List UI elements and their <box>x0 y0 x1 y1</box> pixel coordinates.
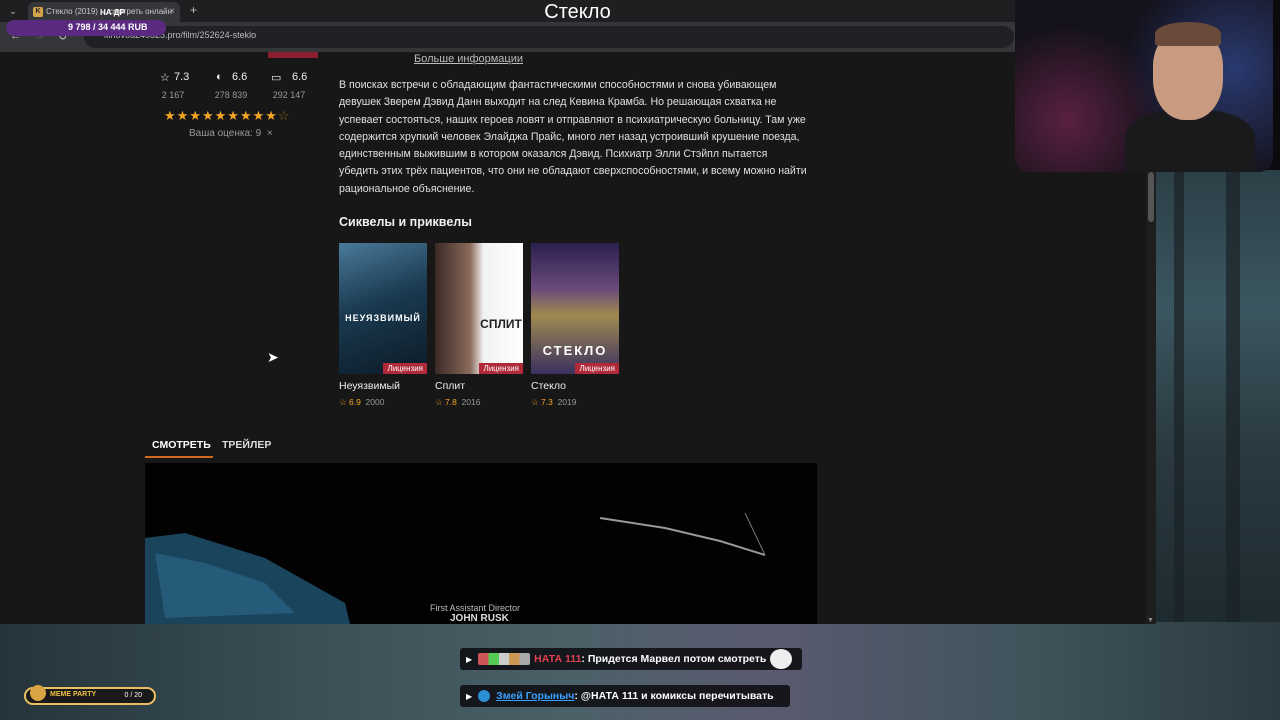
movie-year: 2019 <box>557 397 577 407</box>
star-icon[interactable]: ★ <box>189 108 202 123</box>
donation-text: 9 798 / 34 444 RUB <box>68 22 148 32</box>
chat-message: ▶ Змей Горыныч: @НАТА 111 и комиксы переч… <box>460 685 790 707</box>
movie-title-link[interactable]: Неуязвимый <box>339 380 400 392</box>
star-outline-icon[interactable]: ☆ <box>278 108 291 123</box>
stream-overlay-label: НА ДР <box>100 8 125 17</box>
scroll-thumb[interactable] <box>1148 172 1154 222</box>
star-icon[interactable]: ★ <box>253 108 266 123</box>
poster-title: НЕУЯЗВИМЫЙ <box>345 313 421 323</box>
chat-text: @НАТА 111 и комиксы перечитывать <box>580 690 774 702</box>
star-icon[interactable]: ★ <box>215 108 228 123</box>
new-tab-button[interactable]: + <box>190 3 197 17</box>
mouse-cursor-icon: ➤ <box>267 349 279 365</box>
play-icon: ▶ <box>466 692 473 701</box>
user-rating-stars[interactable]: ★★★★★★★★★☆ <box>164 108 291 124</box>
meme-party-widget: MEME PARTY 0 / 20 <box>24 685 156 705</box>
video-frame <box>145 512 766 624</box>
streamer-webcam <box>1015 0 1273 172</box>
movie-poster[interactable]: СПЛИТ Лицензия <box>435 243 523 374</box>
more-info-link[interactable]: Больше информации <box>414 53 523 65</box>
movie-title-link[interactable]: Сплит <box>435 380 465 392</box>
poster-title: СПЛИТ <box>480 317 522 331</box>
site-favicon-icon: K <box>33 7 43 17</box>
poster-title: СТЕКЛО <box>542 343 608 358</box>
user-badges-icon <box>478 653 531 666</box>
license-badge: Лицензия <box>383 363 427 374</box>
movie-year: 2000 <box>365 397 385 407</box>
movie-year: 2016 <box>461 397 481 407</box>
meme-party-label: MEME PARTY <box>50 691 97 698</box>
rating-count: 292 147 <box>272 90 306 100</box>
rating-count: 278 839 <box>214 90 248 100</box>
chat-username: Змей Горыныч <box>496 690 575 702</box>
imdb-icon: ▭ <box>271 72 282 84</box>
star-outline-icon: ☆ <box>339 397 349 407</box>
star-icon[interactable]: ★ <box>202 108 215 123</box>
movie-meta: ☆ 7.3 2019 <box>531 397 576 408</box>
screen: ⌄ K Стекло (2019) ... смотреть онлайн × … <box>0 0 1280 720</box>
movie-rating: 7.8 <box>444 397 457 407</box>
video-player[interactable]: First Assistant Director JOHN RUSK <box>145 463 817 624</box>
play-icon: ▶ <box>466 655 473 664</box>
credit-role: First Assistant Director <box>430 603 521 613</box>
chat-message: ▶ НАТА 111: Придется Марвел потом смотрет… <box>460 648 802 670</box>
tab-trailer[interactable]: ТРЕЙЛЕР <box>222 439 271 451</box>
movie-poster[interactable]: СТЕКЛО Лицензия <box>531 243 619 374</box>
star-icon[interactable]: ★ <box>227 108 240 123</box>
star-outline-icon: ☆ <box>531 397 541 407</box>
movie-meta: ☆ 7.8 2016 <box>435 397 480 408</box>
your-rating-label: Ваша оценка: 9 <box>189 128 262 139</box>
star-icon[interactable]: ★ <box>265 108 278 123</box>
movie-poster[interactable]: НЕУЯЗВИМЫЙ Лицензия <box>339 243 427 374</box>
rating-value: 6.6 <box>232 71 248 83</box>
movie-rating: 7.3 <box>540 397 553 407</box>
movie-description: В поисках встречи с обладающим фантастич… <box>339 79 807 195</box>
kinopoisk-icon: ◐ <box>216 71 223 83</box>
license-badge: Лицензия <box>575 363 619 374</box>
tab-watch[interactable]: СМОТРЕТЬ <box>152 439 211 451</box>
scroll-down-icon[interactable]: ▼ <box>1147 617 1154 624</box>
star-icon[interactable]: ★ <box>164 108 177 123</box>
movie-rating: 6.9 <box>348 397 361 407</box>
user-badge-icon <box>478 690 491 703</box>
remove-rating-icon[interactable]: × <box>267 128 273 139</box>
url-field[interactable]: kinovod240825.pro/film/252624-steklo <box>84 26 1014 48</box>
credit-name: JOHN RUSK <box>450 613 509 624</box>
rating-value: 7.3 <box>174 71 190 83</box>
stream-title: Стекло <box>544 1 611 23</box>
star-icon[interactable]: ★ <box>177 108 190 123</box>
rating-value: 6.6 <box>292 71 308 83</box>
meme-party-count: 0 / 20 <box>124 692 142 699</box>
license-stripe <box>268 52 318 58</box>
movie-title-link[interactable]: Стекло <box>531 380 566 392</box>
web-page: Больше информации ☆ 7.3 2 167 ◐ 6.6 278 … <box>0 52 1146 624</box>
star-outline-icon: ☆ <box>160 72 170 84</box>
chat-text: Придется Марвел потом смотреть <box>587 653 767 665</box>
movie-meta: ☆ 6.9 2000 <box>339 397 384 408</box>
your-rating: Ваша оценка: 9 × <box>189 128 273 139</box>
rating-count: 2 167 <box>161 90 185 100</box>
chat-username: НАТА 111 <box>534 653 582 665</box>
star-outline-icon: ☆ <box>435 397 445 407</box>
stream-background-right <box>1156 170 1280 630</box>
tab-close-icon[interactable]: × <box>169 2 175 22</box>
sequels-heading: Сиквелы и приквелы <box>339 215 472 229</box>
active-tab-underline <box>145 456 213 458</box>
tab-search-icon[interactable]: ⌄ <box>6 4 20 18</box>
trollface-emote-icon <box>770 649 793 670</box>
license-badge: Лицензия <box>479 363 523 374</box>
doge-icon <box>30 685 46 701</box>
star-icon[interactable]: ★ <box>240 108 253 123</box>
